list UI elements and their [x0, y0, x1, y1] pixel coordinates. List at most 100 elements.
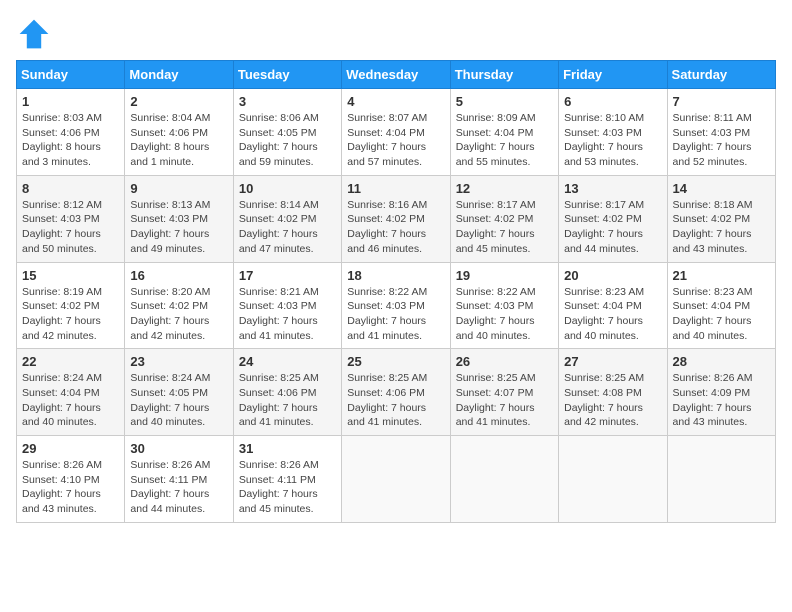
day-number: 12 [456, 181, 553, 196]
day-number: 25 [347, 354, 444, 369]
calendar-cell [667, 436, 775, 523]
day-detail: Sunrise: 8:26 AMSunset: 4:09 PMDaylight:… [673, 371, 770, 430]
calendar-cell: 3 Sunrise: 8:06 AMSunset: 4:05 PMDaylight… [233, 89, 341, 176]
calendar-body: 1Sunrise: 8:03 AMSunset: 4:06 PMDaylight… [17, 89, 776, 523]
weekday-header: Monday [125, 61, 233, 89]
calendar-cell: 9 Sunrise: 8:13 AMSunset: 4:03 PMDaylight… [125, 175, 233, 262]
day-detail: Sunrise: 8:10 AMSunset: 4:03 PMDaylight:… [564, 111, 661, 170]
day-detail: Sunrise: 8:24 AMSunset: 4:05 PMDaylight:… [130, 371, 227, 430]
day-number: 30 [130, 441, 227, 456]
weekday-header: Sunday [17, 61, 125, 89]
calendar-cell: 12 Sunrise: 8:17 AMSunset: 4:02 PMDayligh… [450, 175, 558, 262]
calendar-cell: 30 Sunrise: 8:26 AMSunset: 4:11 PMDayligh… [125, 436, 233, 523]
day-number: 16 [130, 268, 227, 283]
calendar-cell: 13 Sunrise: 8:17 AMSunset: 4:02 PMDayligh… [559, 175, 667, 262]
day-detail: Sunrise: 8:24 AMSunset: 4:04 PMDaylight:… [22, 371, 119, 430]
day-number: 18 [347, 268, 444, 283]
day-detail: Sunrise: 8:09 AMSunset: 4:04 PMDaylight:… [456, 111, 553, 170]
day-number: 27 [564, 354, 661, 369]
day-number: 2 [130, 94, 227, 109]
calendar-cell: 21Sunrise: 8:23 AMSunset: 4:04 PMDayligh… [667, 262, 775, 349]
day-number: 9 [130, 181, 227, 196]
day-detail: Sunrise: 8:06 AMSunset: 4:05 PMDaylight:… [239, 111, 336, 170]
calendar-cell: 11Sunrise: 8:16 AMSunset: 4:02 PMDayligh… [342, 175, 450, 262]
day-detail: Sunrise: 8:03 AMSunset: 4:06 PMDaylight:… [22, 111, 119, 170]
day-detail: Sunrise: 8:11 AMSunset: 4:03 PMDaylight:… [673, 111, 770, 170]
logo-icon [16, 16, 52, 52]
day-detail: Sunrise: 8:23 AMSunset: 4:04 PMDaylight:… [564, 285, 661, 344]
day-detail: Sunrise: 8:25 AMSunset: 4:06 PMDaylight:… [239, 371, 336, 430]
calendar-cell: 18 Sunrise: 8:22 AMSunset: 4:03 PMDayligh… [342, 262, 450, 349]
calendar-cell: 6 Sunrise: 8:10 AMSunset: 4:03 PMDaylight… [559, 89, 667, 176]
calendar-week: 1Sunrise: 8:03 AMSunset: 4:06 PMDaylight… [17, 89, 776, 176]
calendar-cell: 26 Sunrise: 8:25 AMSunset: 4:07 PMDayligh… [450, 349, 558, 436]
day-number: 3 [239, 94, 336, 109]
day-number: 8 [22, 181, 119, 196]
calendar-cell: 5 Sunrise: 8:09 AMSunset: 4:04 PMDaylight… [450, 89, 558, 176]
day-detail: Sunrise: 8:25 AMSunset: 4:08 PMDaylight:… [564, 371, 661, 430]
calendar-week: 29 Sunrise: 8:26 AMSunset: 4:10 PMDayligh… [17, 436, 776, 523]
calendar-cell [559, 436, 667, 523]
day-number: 6 [564, 94, 661, 109]
weekday-header: Tuesday [233, 61, 341, 89]
day-detail: Sunrise: 8:26 AMSunset: 4:11 PMDaylight:… [130, 458, 227, 517]
calendar-cell: 10 Sunrise: 8:14 AMSunset: 4:02 PMDayligh… [233, 175, 341, 262]
calendar-cell: 20 Sunrise: 8:23 AMSunset: 4:04 PMDayligh… [559, 262, 667, 349]
day-detail: Sunrise: 8:26 AMSunset: 4:10 PMDaylight:… [22, 458, 119, 517]
day-detail: Sunrise: 8:13 AMSunset: 4:03 PMDaylight:… [130, 198, 227, 257]
day-detail: Sunrise: 8:17 AMSunset: 4:02 PMDaylight:… [564, 198, 661, 257]
day-detail: Sunrise: 8:25 AMSunset: 4:06 PMDaylight:… [347, 371, 444, 430]
day-detail: Sunrise: 8:22 AMSunset: 4:03 PMDaylight:… [347, 285, 444, 344]
calendar-cell: 1Sunrise: 8:03 AMSunset: 4:06 PMDaylight… [17, 89, 125, 176]
calendar-cell: 25 Sunrise: 8:25 AMSunset: 4:06 PMDayligh… [342, 349, 450, 436]
calendar-cell: 23Sunrise: 8:24 AMSunset: 4:05 PMDayligh… [125, 349, 233, 436]
calendar-cell: 17Sunrise: 8:21 AMSunset: 4:03 PMDayligh… [233, 262, 341, 349]
day-number: 15 [22, 268, 119, 283]
calendar-week: 8Sunrise: 8:12 AMSunset: 4:03 PMDaylight… [17, 175, 776, 262]
day-detail: Sunrise: 8:19 AMSunset: 4:02 PMDaylight:… [22, 285, 119, 344]
day-number: 5 [456, 94, 553, 109]
calendar-cell: 28 Sunrise: 8:26 AMSunset: 4:09 PMDayligh… [667, 349, 775, 436]
weekday-header: Wednesday [342, 61, 450, 89]
day-detail: Sunrise: 8:04 AMSunset: 4:06 PMDaylight:… [130, 111, 227, 170]
weekday-header: Friday [559, 61, 667, 89]
day-detail: Sunrise: 8:16 AMSunset: 4:02 PMDaylight:… [347, 198, 444, 257]
day-number: 13 [564, 181, 661, 196]
day-number: 14 [673, 181, 770, 196]
day-number: 29 [22, 441, 119, 456]
day-detail: Sunrise: 8:17 AMSunset: 4:02 PMDaylight:… [456, 198, 553, 257]
calendar-cell: 19 Sunrise: 8:22 AMSunset: 4:03 PMDayligh… [450, 262, 558, 349]
day-number: 20 [564, 268, 661, 283]
calendar-cell [450, 436, 558, 523]
calendar-cell: 27 Sunrise: 8:25 AMSunset: 4:08 PMDayligh… [559, 349, 667, 436]
day-number: 4 [347, 94, 444, 109]
day-detail: Sunrise: 8:23 AMSunset: 4:04 PMDaylight:… [673, 285, 770, 344]
calendar-cell: 29 Sunrise: 8:26 AMSunset: 4:10 PMDayligh… [17, 436, 125, 523]
day-number: 31 [239, 441, 336, 456]
day-detail: Sunrise: 8:25 AMSunset: 4:07 PMDaylight:… [456, 371, 553, 430]
day-number: 22 [22, 354, 119, 369]
calendar-cell [342, 436, 450, 523]
calendar-cell: 22 Sunrise: 8:24 AMSunset: 4:04 PMDayligh… [17, 349, 125, 436]
calendar-cell: 24Sunrise: 8:25 AMSunset: 4:06 PMDayligh… [233, 349, 341, 436]
page-header [16, 16, 776, 52]
calendar-cell: 8Sunrise: 8:12 AMSunset: 4:03 PMDaylight… [17, 175, 125, 262]
day-number: 28 [673, 354, 770, 369]
calendar-header: SundayMondayTuesdayWednesdayThursdayFrid… [17, 61, 776, 89]
day-detail: Sunrise: 8:14 AMSunset: 4:02 PMDaylight:… [239, 198, 336, 257]
calendar-cell: 2 Sunrise: 8:04 AMSunset: 4:06 PMDaylight… [125, 89, 233, 176]
day-number: 26 [456, 354, 553, 369]
calendar-cell: 31 Sunrise: 8:26 AMSunset: 4:11 PMDayligh… [233, 436, 341, 523]
weekday-header: Saturday [667, 61, 775, 89]
day-detail: Sunrise: 8:20 AMSunset: 4:02 PMDaylight:… [130, 285, 227, 344]
calendar-cell: 7Sunrise: 8:11 AMSunset: 4:03 PMDaylight… [667, 89, 775, 176]
calendar-cell: 14Sunrise: 8:18 AMSunset: 4:02 PMDayligh… [667, 175, 775, 262]
calendar-week: 15 Sunrise: 8:19 AMSunset: 4:02 PMDayligh… [17, 262, 776, 349]
day-number: 19 [456, 268, 553, 283]
weekday-header: Thursday [450, 61, 558, 89]
day-detail: Sunrise: 8:22 AMSunset: 4:03 PMDaylight:… [456, 285, 553, 344]
calendar-cell: 4Sunrise: 8:07 AMSunset: 4:04 PMDaylight… [342, 89, 450, 176]
day-number: 10 [239, 181, 336, 196]
day-detail: Sunrise: 8:26 AMSunset: 4:11 PMDaylight:… [239, 458, 336, 517]
calendar-cell: 15 Sunrise: 8:19 AMSunset: 4:02 PMDayligh… [17, 262, 125, 349]
